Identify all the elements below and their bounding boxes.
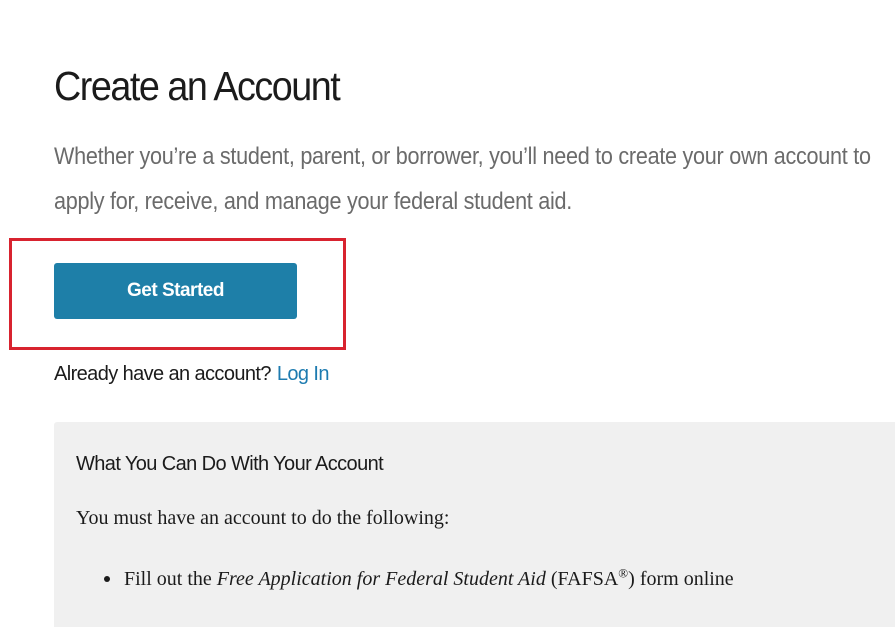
benefits-list: Fill out the Free Application for Federa… [76,566,876,592]
panel-heading: What You Can Do With Your Account [76,453,384,475]
page-title: Create an Account [54,63,341,109]
account-benefits-panel: What You Can Do With Your Account You mu… [54,422,895,627]
get-started-button[interactable]: Get Started [54,263,297,319]
bullet-icon [104,576,110,582]
already-have-account-text: Already have an account? [54,363,271,385]
page-intro: Whether you’re a student, parent, or bor… [54,143,871,215]
item-emphasis: Free Application for Federal Student Aid [216,568,546,590]
login-prompt: Already have an account? Log In [54,360,329,388]
item-middle: (FAFSA [545,568,619,590]
registered-mark: ® [618,565,629,581]
panel-intro: You must have an account to do the follo… [76,507,450,529]
list-item: Fill out the Free Application for Federa… [76,566,876,592]
log-in-link[interactable]: Log In [277,363,330,385]
create-account-page: Create an Account Whether you’re a stude… [0,0,895,627]
item-prefix: Fill out the [124,568,217,590]
item-suffix: ) form online [628,568,734,590]
